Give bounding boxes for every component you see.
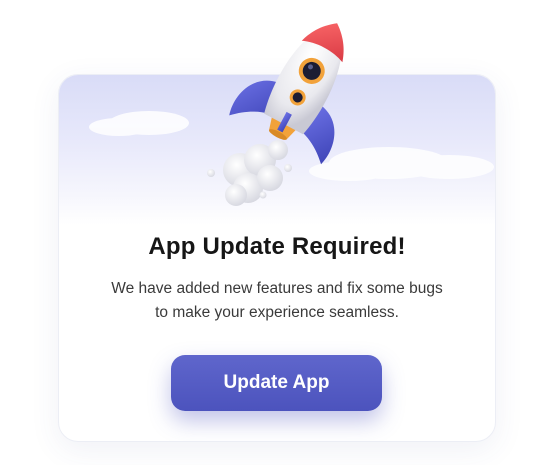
rocket-icon <box>207 23 344 206</box>
message-line-2: to make your experience seamless. <box>155 304 399 321</box>
smoke-puff-icon <box>207 140 292 206</box>
update-dialog-stage: App Update Required! We have added new f… <box>0 0 537 465</box>
dialog-title: App Update Required! <box>148 233 406 260</box>
message-line-1: We have added new features and fix some … <box>111 280 443 297</box>
dialog-message: We have added new features and fix some … <box>79 277 475 325</box>
update-app-button[interactable]: Update App <box>171 355 382 411</box>
